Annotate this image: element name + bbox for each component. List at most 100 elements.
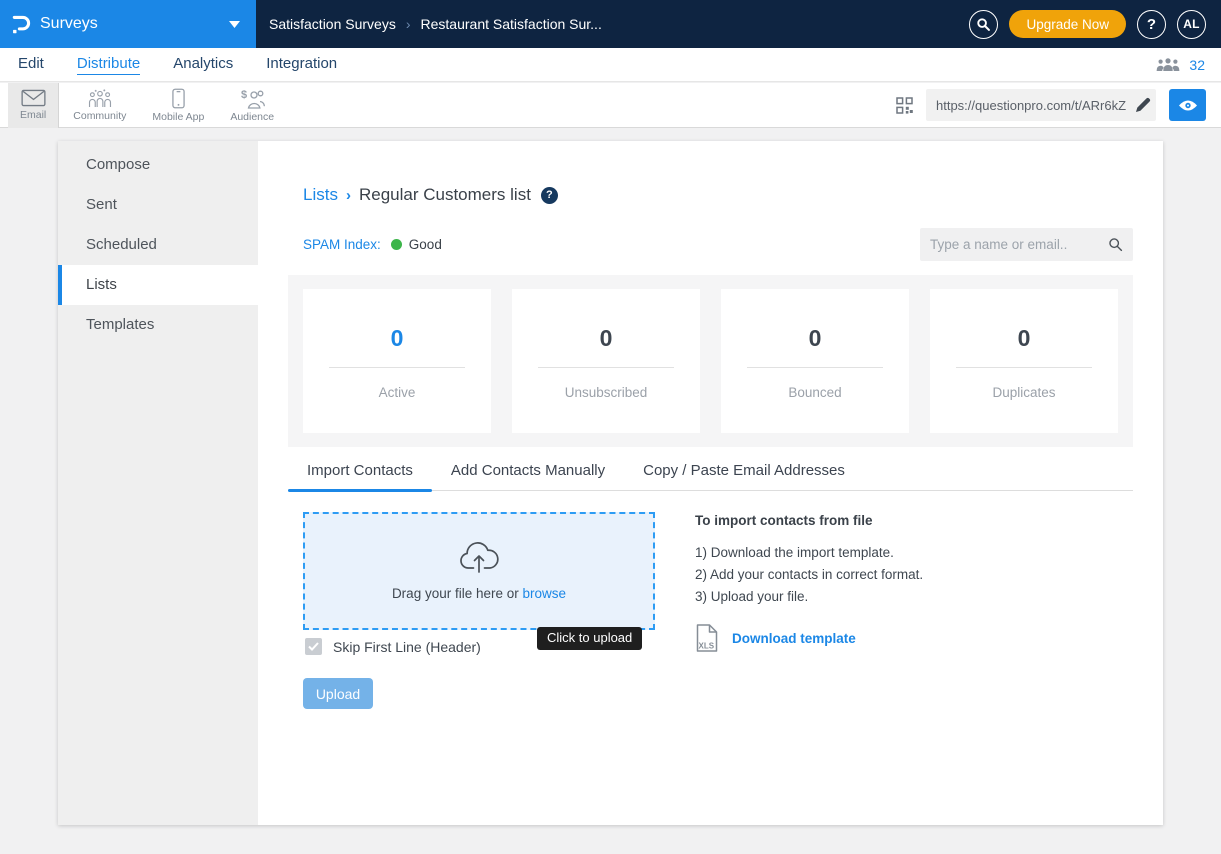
preview-button[interactable]	[1169, 89, 1206, 121]
stat-value: 0	[303, 325, 491, 352]
skip-first-line-row: Skip First Line (Header)	[305, 638, 481, 655]
contacts-tabs: Import Contacts Add Contacts Manually Co…	[288, 462, 1133, 491]
channel-email[interactable]: Email	[8, 83, 59, 128]
divider	[747, 367, 882, 368]
upgrade-now-button[interactable]: Upgrade Now	[1009, 10, 1126, 38]
stat-card-duplicates: 0 Duplicates	[930, 289, 1118, 433]
survey-breadcrumb: Satisfaction Surveys › Restaurant Satisf…	[269, 16, 602, 32]
instruction-step: 1) Download the import template.	[695, 542, 1035, 564]
contact-search-field	[920, 228, 1133, 261]
browse-link[interactable]: browse	[523, 586, 567, 601]
tab-import-contacts[interactable]: Import Contacts	[288, 462, 432, 490]
sidebar-item-sent[interactable]: Sent	[58, 185, 258, 225]
list-name: Regular Customers list	[359, 185, 531, 205]
tab-add-contacts-manually[interactable]: Add Contacts Manually	[432, 462, 624, 490]
survey-url-field	[926, 89, 1156, 121]
skip-first-line-label: Skip First Line (Header)	[333, 639, 481, 655]
help-button[interactable]: ?	[1137, 10, 1166, 39]
global-search-button[interactable]	[969, 10, 998, 39]
channel-community[interactable]: Community	[61, 83, 138, 128]
breadcrumb-folder[interactable]: Satisfaction Surveys	[269, 16, 396, 32]
upload-button[interactable]: Upload	[303, 678, 373, 709]
stat-value: 0	[512, 325, 700, 352]
import-instructions: To import contacts from file 1) Download…	[695, 513, 1035, 652]
divider	[329, 367, 464, 368]
cloud-upload-icon	[456, 541, 502, 577]
stat-label: Duplicates	[930, 385, 1118, 400]
xls-file-icon: XLS	[695, 624, 719, 652]
search-icon[interactable]	[1108, 237, 1123, 252]
qr-code-button[interactable]	[896, 97, 913, 114]
status-dot-green	[391, 239, 402, 250]
product-switcher[interactable]: Surveys	[0, 0, 256, 48]
instruction-step: 2) Add your contacts in correct format.	[695, 564, 1035, 586]
svg-text:XLS: XLS	[699, 642, 715, 651]
spam-index-label: SPAM Index:	[303, 237, 381, 252]
stat-card-active: 0 Active	[303, 289, 491, 433]
stat-card-unsubscribed: 0 Unsubscribed	[512, 289, 700, 433]
list-help-icon[interactable]: ?	[541, 187, 558, 204]
question-mark-icon: ?	[1147, 16, 1156, 33]
distribute-toolbar: Email Community Mobile App $	[0, 83, 1221, 128]
drag-text: Drag your file here or	[392, 586, 519, 601]
channel-label: Community	[73, 110, 126, 122]
channel-label: Email	[20, 109, 46, 121]
stat-label: Bounced	[721, 385, 909, 400]
instructions-title: To import contacts from file	[695, 513, 1035, 528]
topbar: Surveys Satisfaction Surveys › Restauran…	[0, 0, 1221, 48]
instruction-step: 3) Upload your file.	[695, 586, 1035, 608]
eye-icon	[1178, 99, 1198, 112]
list-breadcrumb: Lists › Regular Customers list ?	[303, 185, 558, 205]
tab-integration[interactable]: Integration	[266, 55, 337, 75]
divider	[956, 367, 1091, 368]
edit-url-button[interactable]	[1133, 95, 1153, 115]
download-template-link[interactable]: Download template	[732, 631, 856, 646]
avatar[interactable]: AL	[1177, 10, 1206, 39]
chevron-down-icon	[229, 21, 240, 28]
download-template-row: XLS Download template	[695, 624, 1035, 652]
lists-link[interactable]: Lists	[303, 185, 338, 205]
email-icon	[21, 89, 46, 107]
qr-code-icon	[896, 97, 913, 114]
pencil-icon	[1135, 97, 1151, 113]
skip-first-line-checkbox[interactable]	[305, 638, 322, 655]
svg-text:$: $	[241, 89, 247, 101]
search-icon	[976, 17, 991, 32]
avatar-initials: AL	[1183, 17, 1199, 31]
spam-index-row: SPAM Index: Good	[303, 237, 442, 252]
audience-icon: $	[239, 88, 265, 109]
channel-mobile-app[interactable]: Mobile App	[140, 83, 216, 128]
tab-copy-paste-emails[interactable]: Copy / Paste Email Addresses	[624, 462, 864, 490]
respondents-summary[interactable]: 32	[1156, 57, 1205, 73]
sidebar-item-compose[interactable]: Compose	[58, 145, 258, 185]
survey-nav: Edit Distribute Analytics Integration 32	[0, 48, 1221, 82]
file-dropzone[interactable]: Drag your file here or browse	[303, 512, 655, 630]
lists-panel: Compose Sent Scheduled Lists Templates L…	[58, 141, 1163, 825]
tab-edit[interactable]: Edit	[18, 55, 44, 75]
survey-url-input[interactable]	[926, 89, 1156, 121]
stat-value: 0	[721, 325, 909, 352]
survey-link-tools	[896, 89, 1206, 121]
upload-tooltip: Click to upload	[537, 627, 642, 650]
tab-analytics[interactable]: Analytics	[173, 55, 233, 75]
breadcrumb-survey-name: Restaurant Satisfaction Sur...	[421, 16, 602, 32]
checkmark-icon	[308, 642, 319, 651]
product-name: Surveys	[40, 15, 98, 33]
stat-card-bounced: 0 Bounced	[721, 289, 909, 433]
tab-distribute[interactable]: Distribute	[77, 55, 140, 75]
channel-audience[interactable]: $ Audience	[218, 83, 286, 128]
stat-value: 0	[930, 325, 1118, 352]
sidebar-item-templates[interactable]: Templates	[58, 305, 258, 345]
sidebar-item-scheduled[interactable]: Scheduled	[58, 225, 258, 265]
divider	[538, 367, 673, 368]
community-icon	[87, 88, 113, 108]
spam-index-status: Good	[409, 237, 442, 252]
contact-search-input[interactable]	[930, 237, 1108, 252]
respondents-icon	[1156, 57, 1180, 72]
breadcrumb-separator: ›	[406, 16, 411, 32]
sidebar-item-lists[interactable]: Lists	[58, 265, 258, 305]
instructions-steps: 1) Download the import template. 2) Add …	[695, 542, 1035, 608]
topbar-actions: Upgrade Now ? AL	[969, 10, 1221, 39]
dropzone-text: Drag your file here or browse	[392, 586, 566, 601]
questionpro-logo-icon	[10, 13, 31, 36]
